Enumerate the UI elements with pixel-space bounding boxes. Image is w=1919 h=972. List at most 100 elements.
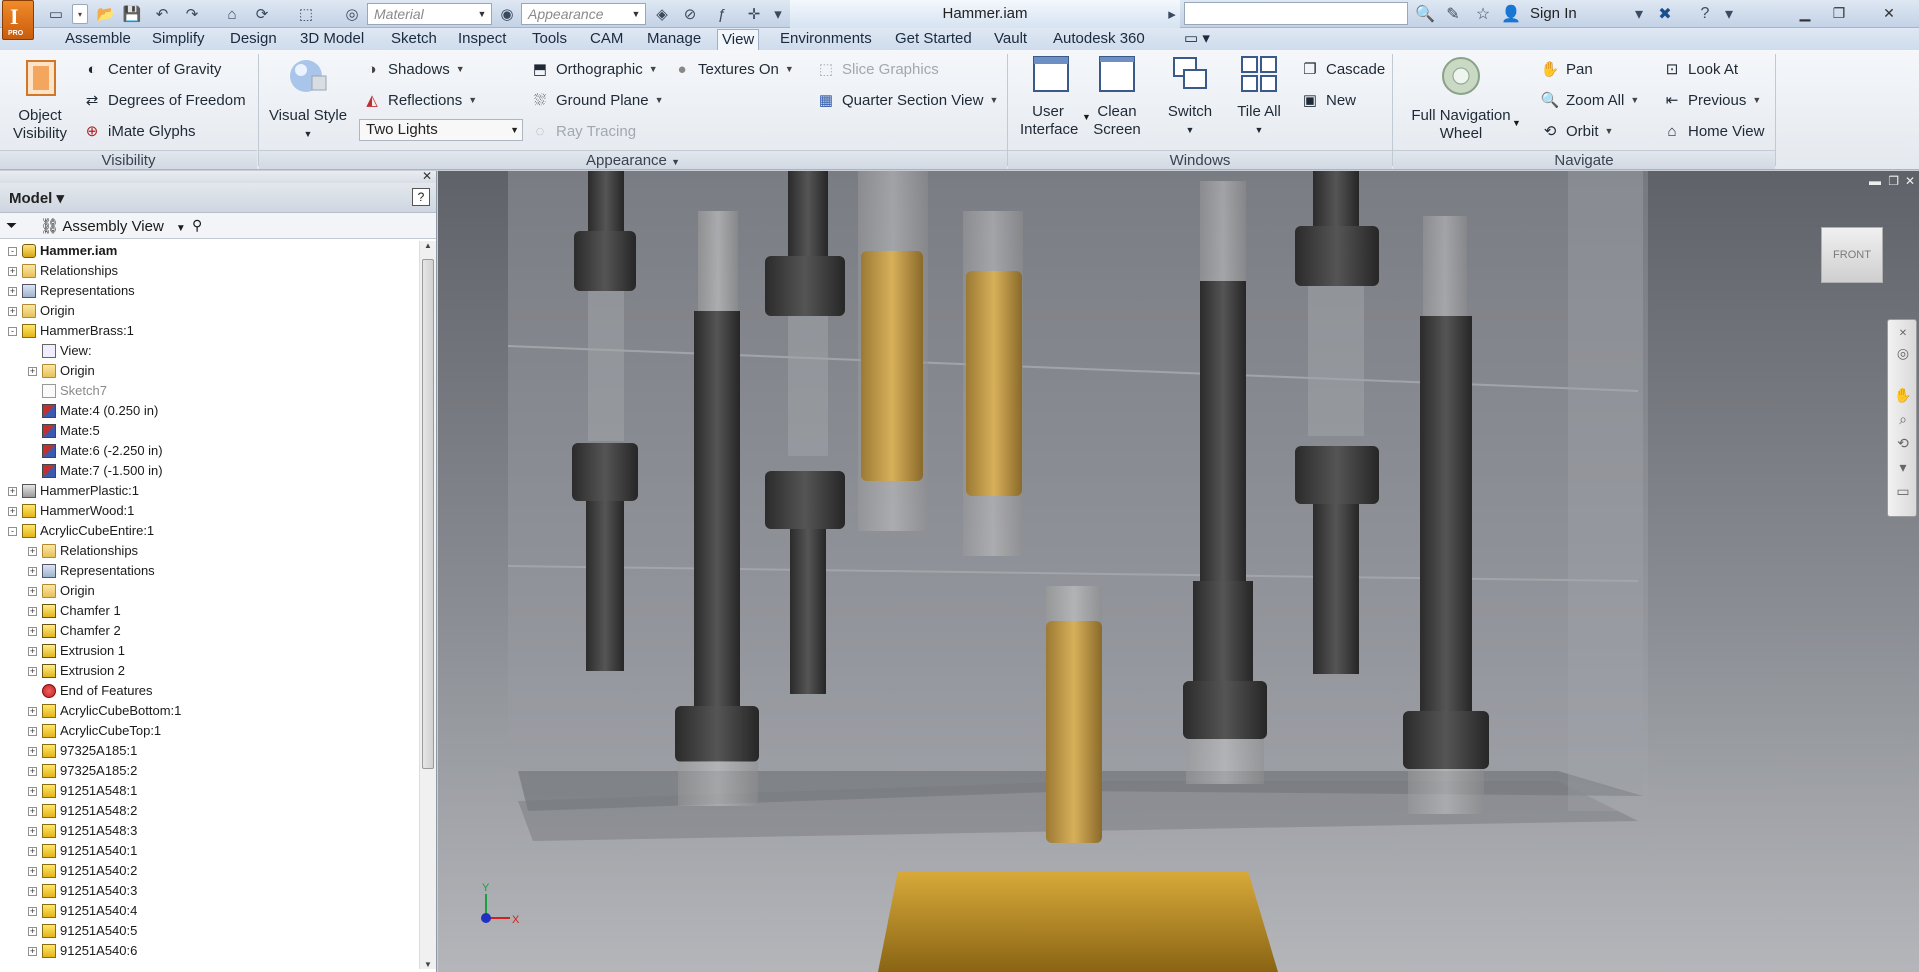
help-icon[interactable]: ? [412,188,430,206]
expand-icon[interactable]: + [28,626,37,636]
viewcube[interactable]: FRONT [1821,227,1883,283]
expand-icon[interactable]: + [28,606,37,616]
tree-node[interactable]: +91251A540:1 [28,841,137,861]
parameters-icon[interactable]: ƒ [712,4,732,24]
home-view-button[interactable]: ⌂ Home View [1662,120,1764,142]
tree-node[interactable]: + AcrylicCubeBottom:1 [28,701,181,721]
zoom-icon[interactable]: ⌕ [1894,410,1912,428]
tree-node[interactable]: Mate:4 (0.250 in) [28,401,158,421]
tree-node[interactable]: + Origin [28,581,95,601]
shadows-button[interactable]: ◑ Shadows ▼ [362,58,464,80]
customize-qat-icon[interactable]: ▾ [768,4,788,24]
look-at-button[interactable]: ⊡ Look At [1662,58,1738,80]
home-icon[interactable]: ⌂ [222,4,242,24]
tree-node[interactable]: +91251A540:3 [28,881,137,901]
expand-icon[interactable]: + [8,486,17,496]
expand-icon[interactable]: + [28,366,37,376]
expand-icon[interactable]: + [8,286,17,296]
expand-icon[interactable]: + [28,586,37,596]
tree-node[interactable]: + Extrusion 2 [28,661,125,681]
help-icon[interactable]: ? [1694,4,1716,24]
minimize-icon[interactable]: ▁ [1792,2,1818,24]
tab-vault[interactable]: Vault [990,29,1031,50]
tree-node[interactable]: +97325A185:2 [28,761,137,781]
visual-style-button[interactable]: Visual Style ▼ [268,54,348,143]
user-icon[interactable]: 👤 [1500,4,1522,24]
tab-simplify[interactable]: Simplify [148,29,209,50]
cascade-button[interactable]: ❐ Cascade [1300,58,1385,80]
textures-on-button[interactable]: ● Textures On ▼ [672,58,793,80]
orbit-icon[interactable]: ⟲ [1894,434,1912,452]
expand-icon[interactable]: + [8,506,17,516]
new-dropdown-icon[interactable]: ▾ [72,4,88,24]
orthographic-button[interactable]: ⬒ Orthographic ▼ [530,58,658,80]
tree-node[interactable]: - AcrylicCubeEntire:1 [8,521,154,541]
quarter-section-view-button[interactable]: ▦ Quarter Section View ▼ [816,89,998,111]
collapse-icon[interactable]: - [8,246,17,256]
lighting-style-select[interactable]: Two Lights ▼ [359,119,523,141]
new-file-icon[interactable]: ▭ [46,4,66,24]
expand-icon[interactable]: + [28,766,37,776]
tab-assemble[interactable]: Assemble [61,29,135,50]
user-interface-button[interactable]: User Interface [1016,54,1086,139]
tree-node[interactable]: + Extrusion 1 [28,641,125,661]
browser-grip[interactable]: ✕ [0,169,436,183]
viewport-close-icon[interactable]: ✕ [1905,174,1915,188]
scrollbar-thumb[interactable] [422,259,434,769]
pan-hand-icon[interactable]: ✋ [1894,386,1912,404]
expand-icon[interactable]: + [28,846,37,856]
tree-node[interactable]: End of Features [28,681,153,701]
switch-button[interactable]: Switch ▼ [1160,54,1220,139]
redo-icon[interactable]: ↷ [182,4,202,24]
tile-all-button[interactable]: Tile All ▼ [1228,54,1290,139]
expand-icon[interactable]: + [28,806,37,816]
orbit-button[interactable]: ⟲ Orbit ▼ [1540,120,1614,142]
tree-node[interactable]: + HammerPlastic:1 [8,481,139,501]
expand-icon[interactable]: + [28,946,37,956]
tree-node[interactable]: Mate:7 (-1.500 in) [28,461,163,481]
pan-button[interactable]: ✋ Pan [1540,58,1593,80]
subscription-icon[interactable]: ✎ [1442,4,1464,24]
tab-3d-model[interactable]: 3D Model [296,29,368,50]
tree-node[interactable]: + Relationships [28,541,138,561]
tree-node[interactable]: + Relationships [8,261,118,281]
app-logo[interactable]: I PRO [2,0,34,40]
measure-icon[interactable]: ✛ [744,4,764,24]
expand-icon[interactable]: + [28,886,37,896]
tree-node[interactable]: +97325A185:1 [28,741,137,761]
tree-scrollbar[interactable]: ▲ ▼ [419,241,436,969]
ribbon-options-icon[interactable]: ▭ ▾ [1180,29,1214,50]
viewport-restore-icon[interactable]: ❐ [1888,174,1899,188]
expand-icon[interactable]: + [28,646,37,656]
expand-icon[interactable]: + [8,306,17,316]
tree-node[interactable]: + HammerWood:1 [8,501,134,521]
expand-icon[interactable]: + [28,746,37,756]
ground-plane-button[interactable]: ⛆ Ground Plane ▼ [530,89,664,111]
tab-manage[interactable]: Manage [643,29,705,50]
tree-node[interactable]: +91251A540:2 [28,861,137,881]
collapse-icon[interactable]: - [8,326,17,336]
imate-glyphs-button[interactable]: ⊕ iMate Glyphs [82,120,196,142]
sign-in-dropdown-icon[interactable]: ▾ [1628,4,1650,24]
tree-node[interactable]: +91251A548:3 [28,821,137,841]
collapse-icon[interactable]: - [8,526,17,536]
tree-node[interactable]: + Chamfer 2 [28,621,121,641]
look-at-icon[interactable]: ▭ [1894,482,1912,500]
previous-view-button[interactable]: ⇤ Previous ▼ [1662,89,1762,111]
tree-node[interactable]: + Origin [8,301,75,321]
steering-wheel-icon[interactable]: ◎ [1894,344,1912,362]
reflections-button[interactable]: ◭ Reflections ▼ [362,89,477,111]
expand-icon[interactable]: + [28,906,37,916]
viewport-minimize-icon[interactable]: ▬ [1869,174,1881,188]
open-icon[interactable]: 📂 [96,4,116,24]
expand-icon[interactable]: + [28,666,37,676]
appearance-panel-title[interactable]: Appearance ▼ [259,150,1007,169]
help-dropdown-icon[interactable]: ▾ [1718,4,1740,24]
tree-node[interactable]: +91251A540:6 [28,941,137,961]
select-icon[interactable]: ⬚ [296,4,316,24]
expand-icon[interactable]: + [28,566,37,576]
tree-node[interactable]: + Origin [28,361,95,381]
orbit-dropdown-icon[interactable]: ▾ [1894,458,1912,476]
tab-sketch[interactable]: Sketch [387,29,441,50]
full-navigation-wheel-button[interactable]: Full Navigation Wheel [1402,54,1520,143]
